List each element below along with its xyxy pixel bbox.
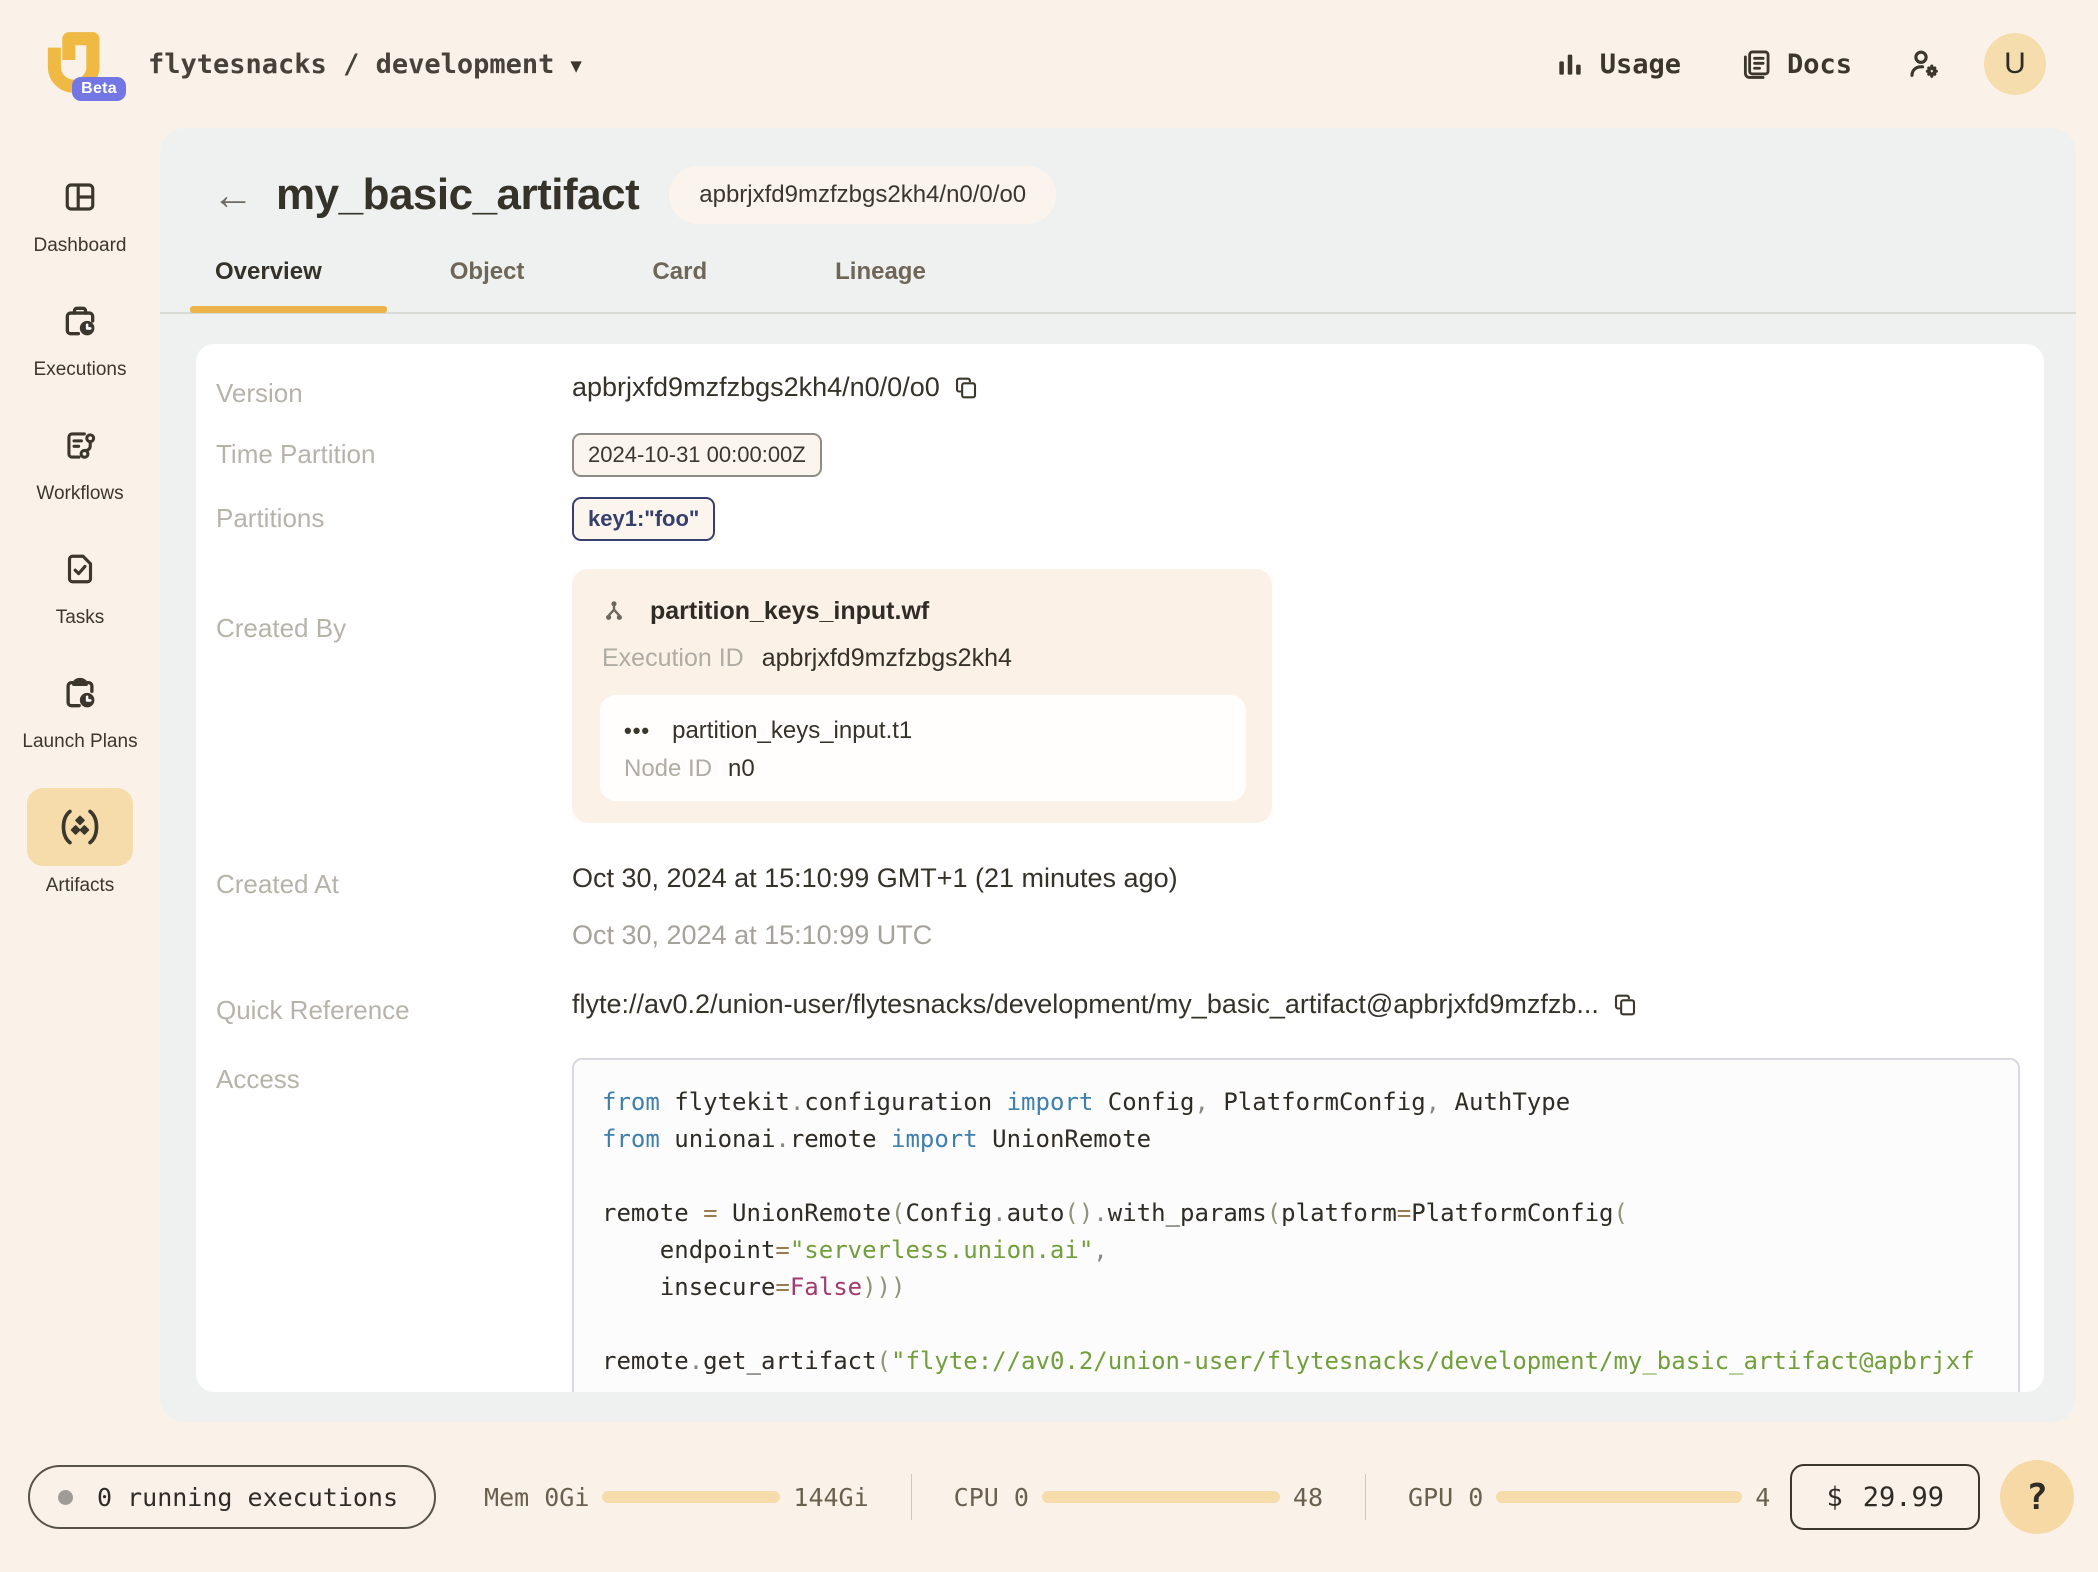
avatar[interactable]: U	[1984, 33, 2046, 95]
cost-button[interactable]: $ 29.99	[1790, 1464, 1980, 1530]
executions-icon	[65, 306, 95, 336]
usage-button[interactable]: Usage	[1554, 48, 1681, 80]
status-bar: 0 running executions Mem 0Gi 144Gi CPU 0…	[0, 1422, 2098, 1572]
cpu-label: CPU 0	[953, 1482, 1029, 1512]
help-button[interactable]: ?	[2000, 1460, 2074, 1534]
docs-button[interactable]: Docs	[1739, 47, 1852, 81]
sidebar-item-label: Executions	[33, 359, 127, 380]
status-dot	[58, 1489, 73, 1505]
execution-id-label: Execution ID	[602, 644, 744, 672]
docs-icon	[1743, 50, 1770, 79]
created-by-card: partition_keys_input.wf Execution ID apb…	[572, 569, 1272, 823]
tab-card[interactable]: Card	[652, 258, 707, 312]
artifact-version-badge: apbrjxfd9mzfzbgs2kh4/n0/0/o0	[669, 166, 1057, 224]
task-dots-icon: •••	[624, 718, 651, 743]
divider	[910, 1474, 912, 1520]
task-name-link[interactable]: partition_keys_input.t1	[672, 717, 912, 745]
tab-object[interactable]: Object	[450, 258, 525, 312]
copy-version-button[interactable]	[952, 374, 980, 402]
tab-divider	[160, 306, 2076, 314]
gpu-label: GPU 0	[1408, 1482, 1484, 1512]
chevron-down-icon: ▼	[570, 55, 582, 77]
created-at-local: Oct 30, 2024 at 15:10:99 GMT+1 (21 minut…	[572, 863, 1178, 893]
version-value: apbrjxfd9mzfzbgs2kh4/n0/0/o0	[572, 372, 940, 402]
mem-meter	[602, 1491, 781, 1503]
back-button[interactable]: ←	[212, 174, 254, 216]
divider	[1365, 1474, 1367, 1520]
sidebar-item-label: Artifacts	[45, 875, 115, 896]
mem-max: 144Gi	[793, 1482, 869, 1512]
partitions-label: Partitions	[216, 503, 325, 533]
sidebar-item-tasks[interactable]: Tasks	[5, 540, 155, 631]
partition-key-chip: key1:"foo"	[572, 497, 716, 541]
created-at-utc: Oct 30, 2024 at 15:10:99 UTC	[572, 920, 933, 950]
sidebar-item-label: Workflows	[36, 483, 124, 504]
sidebar-item-label: Dashboard	[33, 235, 127, 256]
node-id-label: Node ID	[624, 755, 713, 782]
usage-label: Usage	[1599, 48, 1681, 80]
tasks-icon	[67, 554, 93, 584]
workflow-name-link[interactable]: partition_keys_input.wf	[650, 597, 929, 626]
workflow-node-icon	[606, 600, 622, 620]
running-executions-button[interactable]: 0 running executions	[28, 1465, 437, 1529]
user-settings-button[interactable]	[1906, 46, 1942, 82]
running-executions-label: 0 running executions	[97, 1482, 399, 1512]
active-tab-indicator	[190, 306, 387, 313]
tab-overview[interactable]: Overview	[215, 258, 322, 312]
quick-reference-label: Quick Reference	[216, 995, 410, 1025]
top-bar: Beta flytesnacks / development ▼ Usage D…	[0, 0, 2098, 128]
artifacts-icon	[61, 809, 99, 845]
version-label: Version	[216, 378, 303, 408]
artifacts-active-highlight	[27, 788, 133, 866]
node-id-value: n0	[728, 755, 755, 782]
cost-value: 29.99	[1862, 1481, 1944, 1513]
mem-label: Mem 0Gi	[484, 1482, 590, 1512]
usage-bars-icon	[1559, 54, 1581, 75]
union-logo[interactable]: Beta	[42, 25, 126, 103]
cpu-meter	[1041, 1491, 1280, 1503]
main-panel: ← my_basic_artifact apbrjxfd9mzfzbgs2kh4…	[160, 128, 2076, 1422]
user-gear-icon	[1910, 50, 1938, 78]
access-label: Access	[216, 1064, 300, 1094]
gpu-max: 4	[1755, 1482, 1771, 1512]
sidebar-item-dashboard[interactable]: Dashboard	[5, 168, 155, 259]
time-partition-label: Time Partition	[216, 439, 376, 469]
copy-icon	[955, 377, 976, 398]
tab-bar: Overview Object Card Lineage	[215, 258, 2076, 312]
task-card: ••• partition_keys_input.t1 Node ID n0	[600, 695, 1246, 801]
sidebar-item-artifacts[interactable]: Artifacts	[5, 788, 155, 899]
breadcrumb-label: flytesnacks / development	[148, 48, 555, 80]
sidebar-item-executions[interactable]: Executions	[5, 292, 155, 383]
time-partition-chip: 2024-10-31 00:00:00Z	[572, 433, 822, 477]
overview-card: Version apbrjxfd9mzfzbgs2kh4/n0/0/o0 Tim…	[196, 344, 2044, 1392]
cost-currency: $	[1826, 1481, 1843, 1513]
tab-lineage[interactable]: Lineage	[835, 258, 926, 312]
copy-quick-reference-button[interactable]	[1611, 991, 1639, 1019]
copy-icon	[1614, 994, 1635, 1015]
beta-badge: Beta	[72, 77, 126, 101]
access-code[interactable]: from flytekit.configuration import Confi…	[572, 1058, 2020, 1392]
gpu-meter	[1496, 1491, 1743, 1503]
breadcrumb[interactable]: flytesnacks / development ▼	[148, 49, 582, 80]
page-title: my_basic_artifact	[276, 170, 640, 219]
sidebar: Dashboard Executions Workflows Tasks Lau…	[0, 128, 160, 1422]
sidebar-item-label: Tasks	[55, 607, 105, 628]
dashboard-icon	[65, 183, 95, 211]
sidebar-item-label: Launch Plans	[22, 731, 138, 752]
quick-reference-value: flyte://av0.2/union-user/flytesnacks/dev…	[572, 989, 1599, 1019]
execution-id-value[interactable]: apbrjxfd9mzfzbgs2kh4	[762, 644, 1012, 673]
created-by-label: Created By	[216, 613, 347, 643]
sidebar-item-workflows[interactable]: Workflows	[5, 416, 155, 507]
launch-plans-icon	[66, 677, 95, 708]
workflows-icon	[66, 431, 95, 459]
cpu-max: 48	[1292, 1482, 1324, 1512]
docs-label: Docs	[1786, 48, 1852, 80]
sidebar-item-launch-plans[interactable]: Launch Plans	[5, 664, 155, 755]
created-at-label: Created At	[216, 869, 339, 899]
